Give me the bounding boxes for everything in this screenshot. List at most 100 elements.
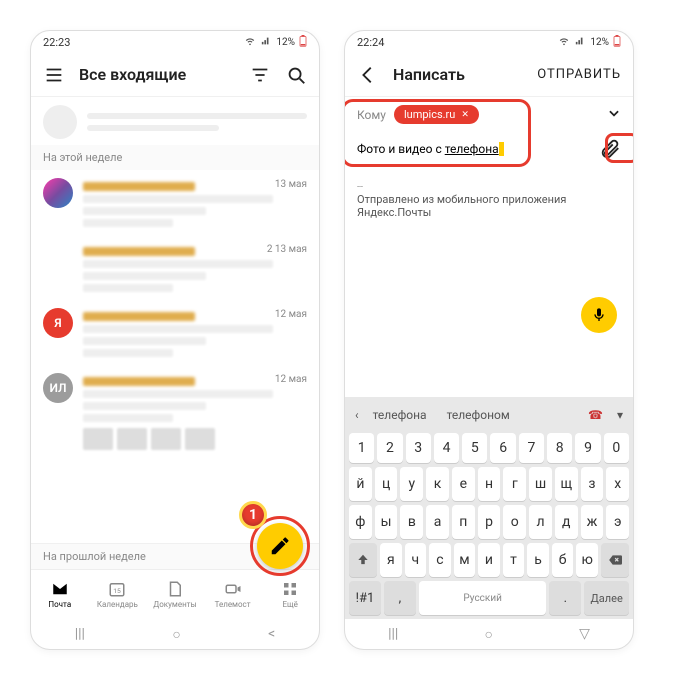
key-м[interactable]: м (454, 543, 476, 577)
inbox-title: Все входящие (79, 65, 235, 84)
key-ф[interactable]: ф (349, 505, 372, 539)
battery-text: 12% (590, 37, 609, 48)
key-б[interactable]: б (552, 543, 574, 577)
key-8[interactable]: 8 (547, 433, 572, 463)
mail-avatar: ИЛ (43, 373, 73, 403)
suggestion-word[interactable]: телефоном (441, 408, 516, 422)
story-row[interactable] (31, 97, 319, 145)
key-0[interactable]: 0 (604, 433, 629, 463)
text-cursor (499, 142, 504, 156)
symbols-key[interactable]: !#1 (349, 581, 381, 615)
key-1[interactable]: 1 (349, 433, 374, 463)
key-е[interactable]: е (452, 467, 475, 501)
key-5[interactable]: 5 (462, 433, 487, 463)
comma-key[interactable]: , (384, 581, 416, 615)
key-к[interactable]: к (426, 467, 449, 501)
compose-header: Написать ОТПРАВИТЬ (345, 53, 633, 97)
key-ц[interactable]: ц (375, 467, 398, 501)
key-н[interactable]: н (478, 467, 501, 501)
backspace-key[interactable] (601, 543, 629, 577)
battery-text: 12% (276, 37, 295, 48)
key-с[interactable]: с (429, 543, 451, 577)
attach-button[interactable] (599, 138, 621, 160)
tab-label: Документы (153, 600, 197, 609)
key-о[interactable]: о (503, 505, 526, 539)
signature-text: Отправлено из мобильного приложения Янде… (357, 193, 621, 219)
voice-input-button[interactable] (581, 297, 617, 333)
nav-home-icon[interactable]: ○ (485, 626, 493, 643)
key-4[interactable]: 4 (434, 433, 459, 463)
key-г[interactable]: г (503, 467, 526, 501)
mail-row[interactable]: Я12 мая (31, 300, 319, 365)
tab-label: Телемост (215, 600, 251, 609)
filter-icon[interactable] (249, 64, 271, 86)
suggestion-word[interactable]: телефона (367, 408, 433, 422)
key-у[interactable]: у (400, 467, 423, 501)
mail-row[interactable]: 2 13 мая (31, 235, 319, 300)
chip-remove-icon[interactable]: ✕ (461, 110, 469, 120)
key-7[interactable]: 7 (519, 433, 544, 463)
mail-list: 13 мая2 13 маяЯ12 мая ИЛ 12 мая (31, 170, 319, 543)
key-ы[interactable]: ы (375, 505, 398, 539)
phone-inbox: 22:23 12% Все входящие (30, 30, 320, 650)
tab-doc[interactable]: Документы (146, 570, 204, 619)
compose-body[interactable]: -- Отправлено из мобильного приложения Я… (345, 170, 633, 397)
voice-typing-icon[interactable]: ☎ (588, 408, 603, 422)
key-э[interactable]: э (606, 505, 629, 539)
key-щ[interactable]: щ (555, 467, 578, 501)
nav-back-icon[interactable]: < (268, 626, 275, 642)
hamburger-icon[interactable] (43, 64, 65, 86)
key-9[interactable]: 9 (575, 433, 600, 463)
key-х[interactable]: х (606, 467, 629, 501)
send-button[interactable]: ОТПРАВИТЬ (537, 67, 621, 82)
dropdown-icon[interactable]: ▾ (617, 408, 623, 422)
nav-back-icon[interactable]: ▽ (579, 626, 590, 642)
mail-row[interactable]: 13 мая (31, 170, 319, 235)
key-2[interactable]: 2 (377, 433, 402, 463)
period-key[interactable]: . (549, 581, 581, 615)
key-я[interactable]: я (380, 543, 402, 577)
key-ь[interactable]: ь (527, 543, 549, 577)
tab-calendar[interactable]: 15Календарь (89, 570, 147, 619)
nav-recents-icon[interactable]: ||| (388, 626, 398, 642)
search-icon[interactable] (285, 64, 307, 86)
subject-row[interactable]: Фото и видео с телефона (357, 132, 621, 170)
clock: 22:24 (357, 36, 384, 49)
key-й[interactable]: й (349, 467, 372, 501)
suggestion-back-icon[interactable]: ‹ (355, 408, 359, 422)
next-key[interactable]: Далее (584, 581, 629, 615)
key-л[interactable]: л (529, 505, 552, 539)
back-arrow-icon[interactable] (357, 64, 379, 86)
compose-button[interactable] (257, 523, 303, 569)
key-р[interactable]: р (478, 505, 501, 539)
mail-date: 12 мая (275, 374, 307, 385)
expand-recipients-icon[interactable] (607, 106, 621, 123)
key-3[interactable]: 3 (406, 433, 431, 463)
recipient-chip[interactable]: lumpics.ru✕ (394, 105, 479, 124)
shift-key[interactable] (349, 543, 377, 577)
story-placeholder (87, 113, 307, 131)
key-ч[interactable]: ч (405, 543, 427, 577)
key-6[interactable]: 6 (490, 433, 515, 463)
key-д[interactable]: д (555, 505, 578, 539)
to-row[interactable]: Кому lumpics.ru✕ (357, 97, 621, 132)
mail-row[interactable]: ИЛ 12 мая (31, 365, 319, 458)
tab-telemost[interactable]: Телемост (204, 570, 262, 619)
key-ш[interactable]: ш (529, 467, 552, 501)
space-key[interactable]: Русский (419, 581, 547, 615)
nav-home-icon[interactable]: ○ (172, 626, 180, 643)
to-label: Кому (357, 108, 386, 122)
tab-mail[interactable]: Почта (31, 570, 89, 619)
key-ю[interactable]: ю (576, 543, 598, 577)
key-а[interactable]: а (426, 505, 449, 539)
key-т[interactable]: т (503, 543, 525, 577)
key-п[interactable]: п (452, 505, 475, 539)
key-ж[interactable]: ж (581, 505, 604, 539)
key-з[interactable]: з (581, 467, 604, 501)
tab-more[interactable]: Ещё (261, 570, 319, 619)
key-в[interactable]: в (400, 505, 423, 539)
compose-title: Написать (393, 65, 523, 84)
key-и[interactable]: и (478, 543, 500, 577)
compose-fields: Кому lumpics.ru✕ Фото и видео с телефона (345, 97, 633, 170)
nav-recents-icon[interactable]: ||| (75, 626, 85, 642)
